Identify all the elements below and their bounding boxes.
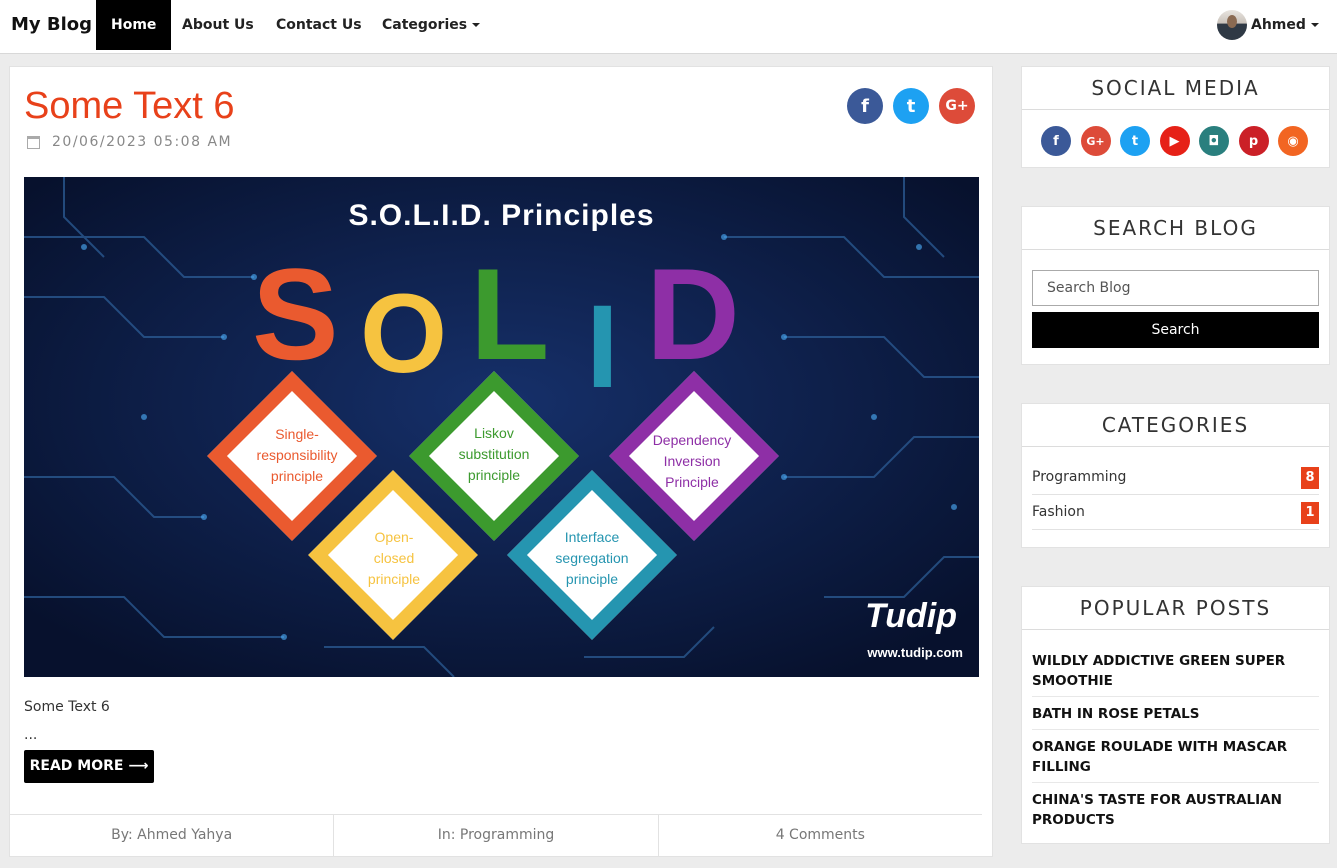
social-media-icons: f G+ t ▶ ◘ p ◉ <box>1022 110 1329 168</box>
post-excerpt: Some Text 6 <box>24 699 110 715</box>
nav-contact-us[interactable]: Contact Us <box>261 0 377 50</box>
post-category[interactable]: In: Programming <box>334 815 659 857</box>
category-name: Fashion <box>1032 504 1085 520</box>
search-input[interactable]: Search Blog <box>1032 270 1319 306</box>
categories-widget: CATEGORIES Programming 8 Fashion 1 <box>1021 403 1330 548</box>
categories-title: CATEGORIES <box>1022 404 1329 447</box>
facebook-icon[interactable]: f <box>1041 126 1071 156</box>
brand-logo[interactable]: My Blog <box>11 14 92 35</box>
post-author[interactable]: By: Ahmed Yahya <box>10 815 335 857</box>
social-media-widget: SOCIAL MEDIA f G+ t ▶ ◘ p ◉ <box>1021 66 1330 168</box>
category-name: Programming <box>1032 469 1127 485</box>
popular-post-item[interactable]: WILDLY ADDICTIVE GREEN SUPER SMOOTHIE <box>1032 644 1319 697</box>
facebook-icon[interactable]: f <box>847 88 883 124</box>
post-card: Some Text 6 20/06/2023 05:08 AM f t G+ S… <box>9 66 993 857</box>
user-menu[interactable]: Ahmed <box>1217 9 1319 41</box>
post-image: S.O.L.I.D. Principles S O L I D Single- … <box>24 177 979 677</box>
top-navbar: My Blog Home About Us Contact Us Categor… <box>0 0 1337 54</box>
category-count-badge: 1 <box>1301 502 1319 524</box>
nav-categories-label: Categories <box>382 17 468 33</box>
post-title[interactable]: Some Text 6 <box>24 85 235 128</box>
caret-down-icon <box>1310 23 1319 27</box>
category-item-fashion[interactable]: Fashion 1 <box>1032 495 1319 530</box>
google-plus-icon[interactable]: G+ <box>939 88 975 124</box>
google-plus-icon[interactable]: G+ <box>1080 126 1111 156</box>
principle-lsp: Liskov substitution principle <box>458 425 530 483</box>
letter-d: D <box>646 241 740 387</box>
post-meta: By: Ahmed Yahya In: Programming 4 Commen… <box>10 814 982 857</box>
image-title: S.O.L.I.D. Principles <box>348 199 655 232</box>
post-date: 20/06/2023 05:08 AM <box>27 134 232 150</box>
pinterest-icon[interactable]: p <box>1238 126 1269 156</box>
category-count-badge: 8 <box>1301 467 1319 489</box>
letter-s: S <box>252 241 339 387</box>
popular-post-item[interactable]: ORANGE ROULADE WITH MASCAR FILLING <box>1032 730 1319 783</box>
letter-l: L <box>470 241 550 387</box>
principle-dip: Dependency Inversion Principle <box>652 432 732 490</box>
letter-o: O <box>360 271 448 396</box>
tudip-logo: Tudip <box>865 597 957 635</box>
read-more-button[interactable]: READ MORE ⟶ <box>24 750 154 783</box>
popular-posts-widget: POPULAR POSTS WILDLY ADDICTIVE GREEN SUP… <box>1021 586 1330 844</box>
post-date-text: 20/06/2023 05:08 AM <box>52 134 233 150</box>
category-item-programming[interactable]: Programming 8 <box>1032 460 1319 495</box>
principle-srp: Single- responsibility principle <box>256 426 338 484</box>
nav-about-us[interactable]: About Us <box>167 0 269 50</box>
nav-categories-dropdown[interactable]: Categories <box>367 0 495 50</box>
principle-isp: Interface segregation principle <box>555 529 629 587</box>
tudip-url: www.tudip.com <box>867 645 963 660</box>
search-title: SEARCH BLOG <box>1022 207 1329 250</box>
popular-post-item[interactable]: CHINA'S TASTE FOR AUSTRALIAN PRODUCTS <box>1032 783 1319 835</box>
nav-home[interactable]: Home <box>96 0 172 50</box>
post-ellipsis: ... <box>24 727 38 743</box>
search-button[interactable]: Search <box>1032 312 1319 348</box>
avatar <box>1217 10 1247 40</box>
letter-i: I <box>586 281 619 413</box>
calendar-icon <box>27 135 40 149</box>
post-comments[interactable]: 4 Comments <box>659 815 982 857</box>
principle-ocp: Open- closed principle <box>367 529 421 587</box>
search-widget: SEARCH BLOG Search Blog Search <box>1021 206 1330 365</box>
social-media-title: SOCIAL MEDIA <box>1022 67 1329 110</box>
youtube-icon[interactable]: ▶ <box>1159 126 1190 156</box>
instagram-icon[interactable]: ◘ <box>1199 126 1229 156</box>
twitter-icon[interactable]: t <box>1120 126 1150 156</box>
caret-down-icon <box>472 23 481 27</box>
user-name: Ahmed <box>1251 17 1306 33</box>
twitter-icon[interactable]: t <box>893 88 929 124</box>
popular-post-item[interactable]: BATH IN ROSE PETALS <box>1032 697 1319 730</box>
rss-icon[interactable]: ◉ <box>1278 126 1308 156</box>
popular-posts-title: POPULAR POSTS <box>1022 587 1329 630</box>
